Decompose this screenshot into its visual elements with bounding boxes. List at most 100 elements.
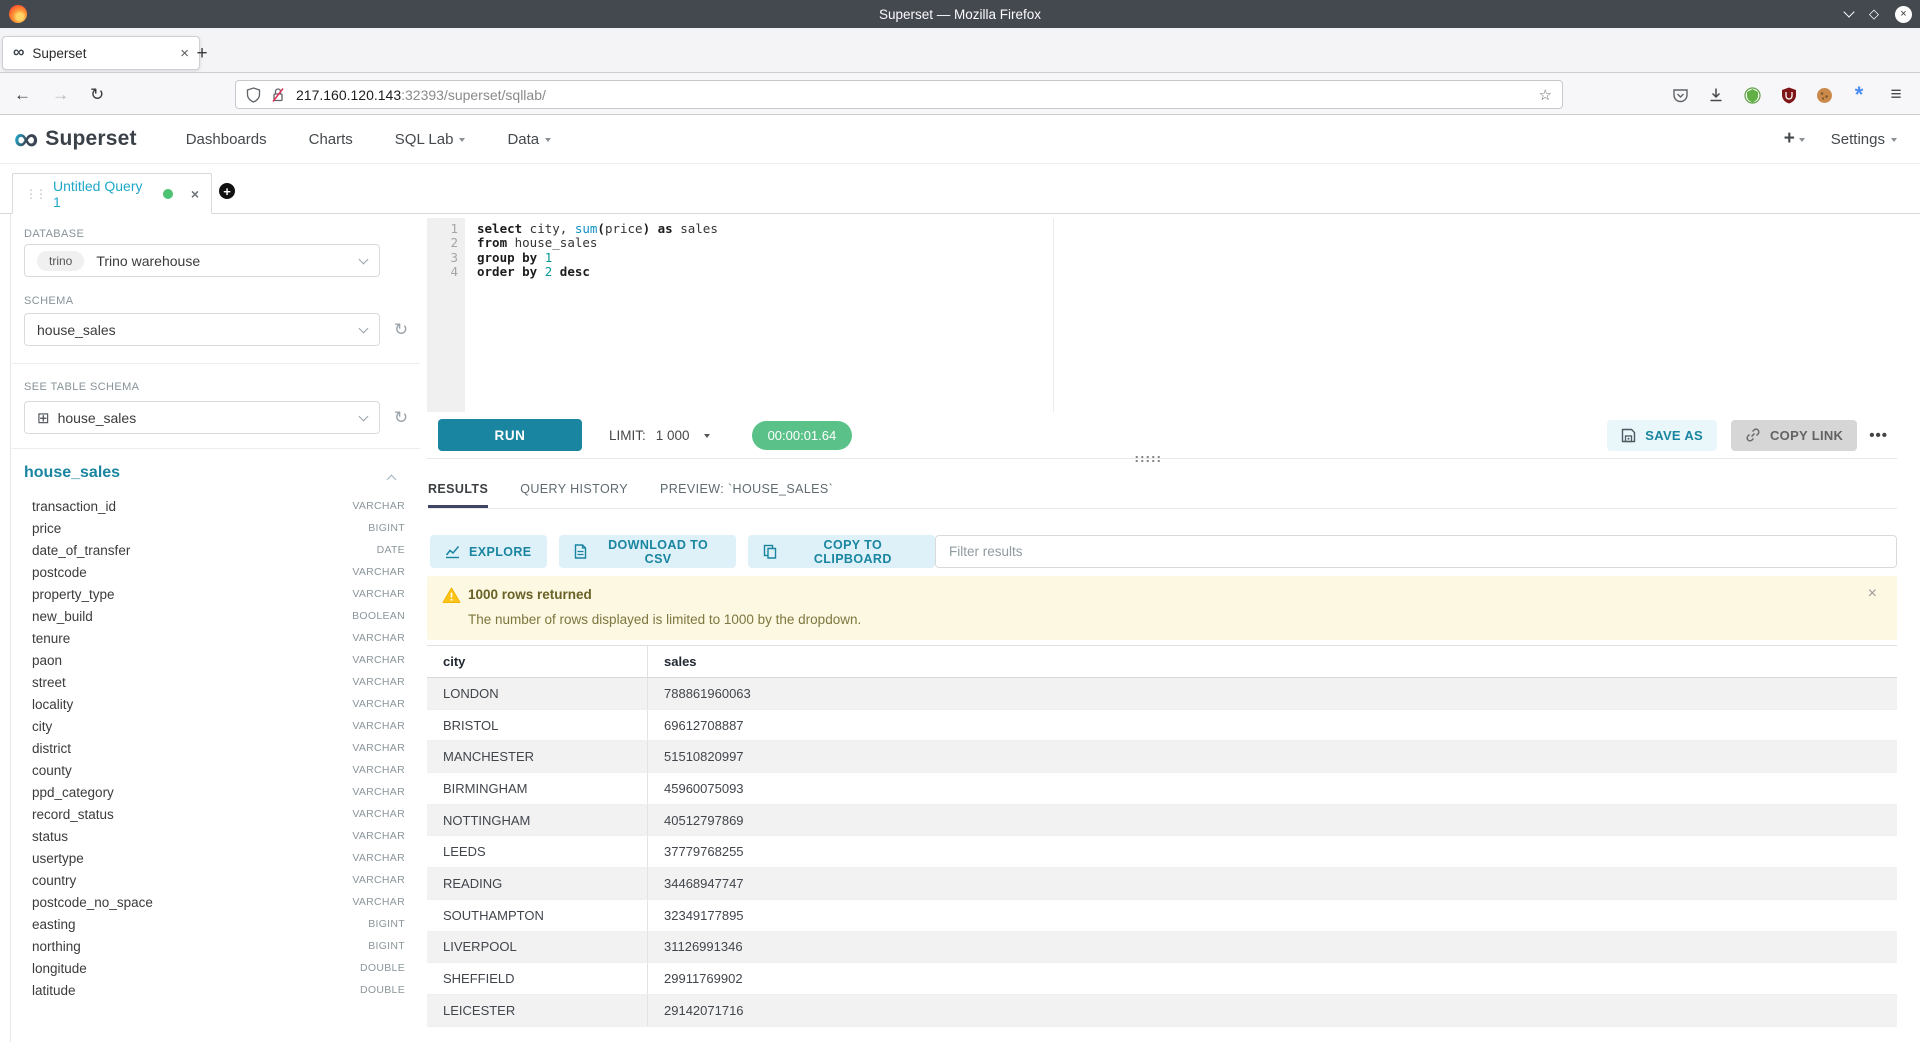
column-name: postcode_no_space [32, 895, 153, 910]
cell-sales: 31126991346 [648, 932, 1897, 963]
settings-menu[interactable]: Settings [1831, 131, 1897, 148]
filter-results-input[interactable] [935, 535, 1897, 568]
tab-query-history[interactable]: QUERY HISTORY [520, 470, 628, 508]
column-type: DOUBLE [360, 962, 405, 974]
pocket-icon[interactable] [1670, 85, 1690, 105]
database-select[interactable]: trino Trino warehouse [24, 244, 380, 277]
more-options-icon[interactable]: ••• [1869, 427, 1888, 444]
rows-returned-alert: 1000 rows returned The number of rows di… [427, 576, 1897, 640]
browser-tab-close-icon[interactable]: × [180, 45, 189, 62]
tab-results[interactable]: RESULTS [428, 470, 488, 508]
minimize-icon[interactable] [1843, 6, 1854, 17]
chevron-down-icon [359, 411, 369, 421]
shield-icon[interactable] [246, 87, 261, 103]
firefox-logo-icon [9, 5, 27, 23]
cell-sales: 37779768255 [648, 836, 1897, 867]
cell-sales: 788861960063 [648, 678, 1897, 709]
window-controls: ◇ × [1845, 0, 1912, 28]
download-csv-button[interactable]: DOWNLOAD TO CSV [559, 535, 736, 568]
download-icon[interactable] [1706, 85, 1726, 105]
browser-tab[interactable]: ∞ Superset × [2, 36, 200, 70]
copy-link-button[interactable]: COPY LINK [1731, 420, 1857, 451]
containers-asterisk-icon[interactable]: * [1849, 85, 1869, 105]
column-type: VARCHAR [352, 566, 405, 578]
chevron-down-icon [1799, 138, 1805, 142]
url-bar[interactable]: 217.160.120.143:32393/superset/sqllab/ ☆ [235, 80, 1563, 109]
superset-brand-name: Superset [45, 127, 136, 151]
chevron-up-icon[interactable] [387, 475, 397, 485]
add-query-tab-button[interactable]: + [219, 183, 235, 199]
column-row: latitudeDOUBLE [0, 979, 427, 1001]
column-row: priceBIGINT [0, 517, 427, 539]
nav-item-charts[interactable]: Charts [288, 131, 374, 148]
column-name: northing [32, 939, 81, 954]
privacy-badger-icon[interactable] [1742, 85, 1762, 105]
table-name-heading[interactable]: house_sales [24, 464, 120, 482]
copy-clipboard-button[interactable]: COPY TO CLIPBOARD [748, 535, 935, 568]
column-name: easting [32, 917, 76, 932]
sql-lab-main: DATABASE trino Trino warehouse SCHEMA ho… [0, 214, 1920, 1042]
table-select[interactable]: ⊞ house_sales [24, 401, 380, 434]
new-tab-button[interactable]: + [190, 42, 214, 66]
chevron-down-icon [359, 323, 369, 333]
chevron-down-icon [1891, 138, 1897, 142]
cookie-icon[interactable] [1814, 85, 1834, 105]
bookmark-star-icon[interactable]: ☆ [1539, 86, 1552, 104]
results-table-header: city sales [427, 646, 1897, 678]
results-table: city sales LONDON788861960063BRISTOL6961… [427, 645, 1897, 1027]
schema-select[interactable]: house_sales [24, 313, 380, 346]
refresh-schema-icon[interactable]: ↻ [391, 320, 411, 340]
forward-icon[interactable]: → [52, 73, 69, 116]
superset-logo[interactable]: ∞ Superset [14, 124, 137, 154]
column-row: longitudeDOUBLE [0, 957, 427, 979]
divider [12, 448, 420, 449]
tab-preview-house-sales[interactable]: PREVIEW: `HOUSE_SALES` [660, 470, 833, 508]
column-name: paon [32, 653, 62, 668]
new-item-button[interactable]: + [1784, 128, 1805, 150]
alert-title: 1000 rows returned [468, 587, 592, 602]
column-name: ppd_category [32, 785, 114, 800]
cell-city: MANCHESTER [427, 741, 648, 772]
header-city[interactable]: city [427, 646, 648, 677]
query-tab[interactable]: ⋮⋮ Untitled Query 1 × [12, 173, 212, 214]
reload-icon[interactable]: ↻ [90, 73, 104, 116]
column-name: county [32, 763, 72, 778]
pane-divider [427, 458, 1897, 459]
cell-city: READING [427, 868, 648, 899]
save-as-button[interactable]: SAVE AS [1607, 420, 1717, 451]
back-icon[interactable]: ← [14, 73, 31, 116]
browser-tab-title: Superset [32, 46, 180, 61]
refresh-table-icon[interactable]: ↻ [391, 408, 411, 428]
cell-sales: 69612708887 [648, 710, 1897, 741]
explore-button[interactable]: EXPLORE [430, 535, 547, 568]
cell-sales: 29911769902 [648, 963, 1897, 994]
sql-editor[interactable]: 1234 select city, sum(price) as salesfro… [427, 218, 1897, 412]
column-name: district [32, 741, 71, 756]
resize-grip[interactable] [1134, 455, 1160, 463]
column-type: VARCHAR [352, 588, 405, 600]
query-tab-close-icon[interactable]: × [191, 186, 199, 202]
cell-city: NOTTINGHAM [427, 805, 648, 836]
column-row: property_typeVARCHAR [0, 583, 427, 605]
header-sales[interactable]: sales [648, 646, 1897, 677]
nav-item-dashboards[interactable]: Dashboards [165, 131, 288, 148]
cell-sales: 51510820997 [648, 741, 1897, 772]
code-line: group by 1 [477, 250, 1897, 264]
ublock-icon[interactable] [1779, 85, 1799, 105]
nav-item-data[interactable]: Data [486, 131, 572, 148]
run-button[interactable]: RUN [438, 419, 582, 451]
window-title: Superset — Mozilla Firefox [0, 7, 1920, 22]
nav-item-sql-lab[interactable]: SQL Lab [374, 131, 487, 148]
maximize-icon[interactable]: ◇ [1869, 6, 1879, 22]
drag-handle-icon[interactable]: ⋮⋮ [25, 187, 45, 201]
lock-disabled-icon[interactable] [271, 87, 285, 103]
menu-icon[interactable]: ≡ [1886, 85, 1906, 105]
column-row: postcode VARCHAR [0, 561, 427, 583]
column-name: price [32, 521, 61, 536]
column-name: usertype [32, 851, 84, 866]
column-name: postcode [32, 565, 87, 580]
window-close-icon[interactable]: × [1895, 6, 1912, 23]
alert-close-icon[interactable]: × [1868, 585, 1877, 603]
limit-dropdown[interactable]: LIMIT: 1 000 [609, 428, 710, 443]
column-type: VARCHAR [352, 654, 405, 666]
